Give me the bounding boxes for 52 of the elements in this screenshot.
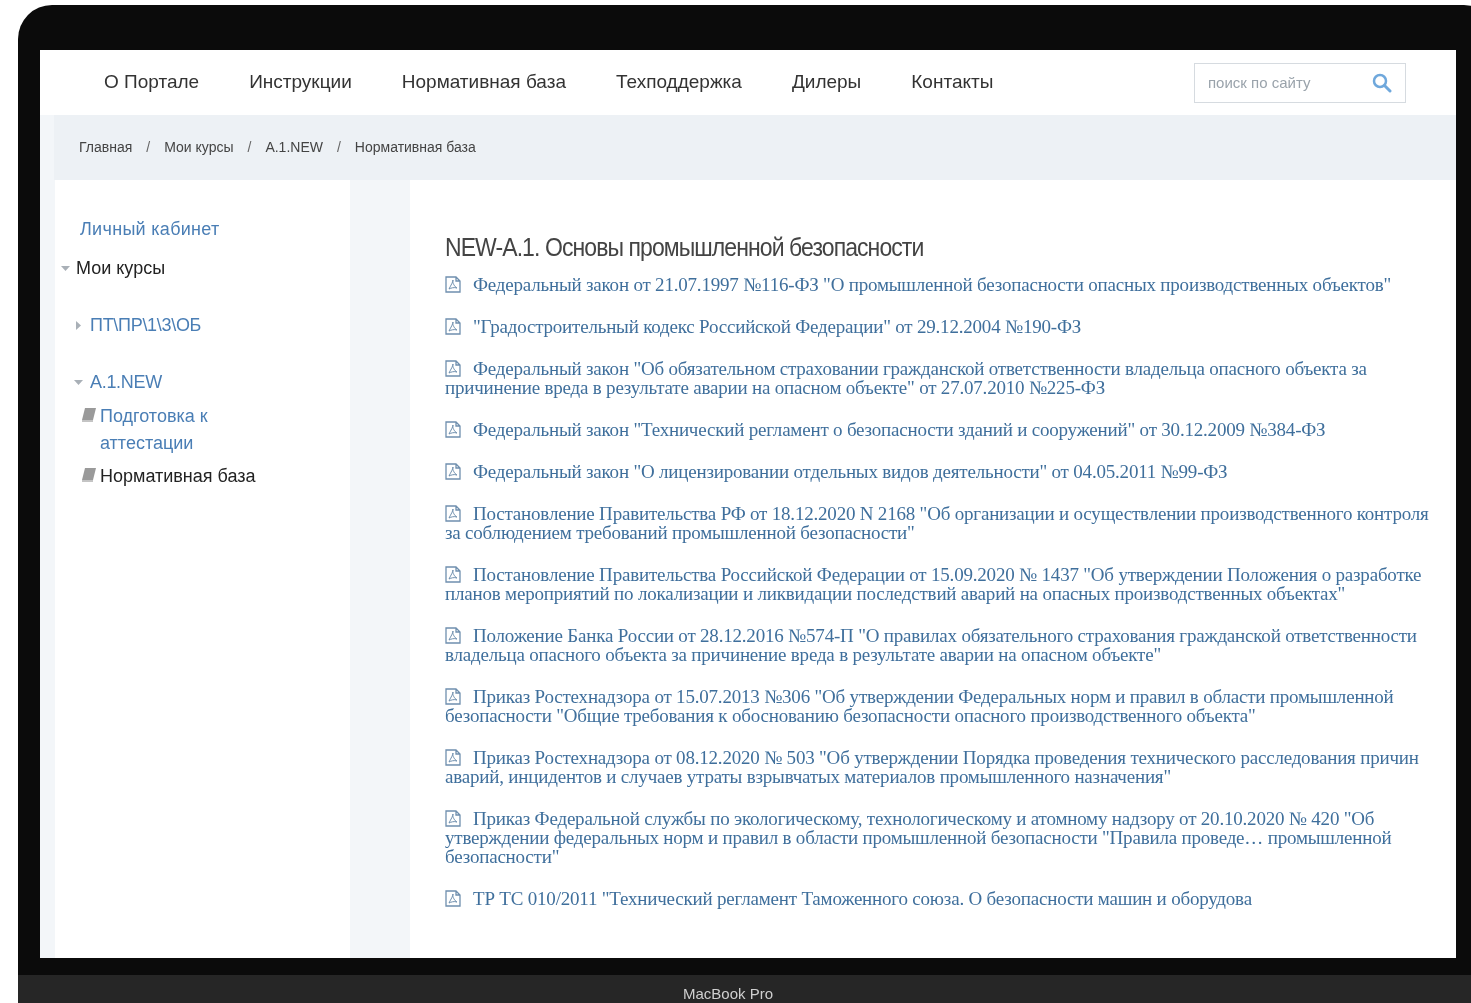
- breadcrumb-link[interactable]: Мои курсы: [164, 137, 234, 158]
- breadcrumb-link[interactable]: Главная: [79, 137, 133, 158]
- document-link[interactable]: ТР ТС 010/2011 "Технический регламент Таможенного союза. О безопасности машин и оборудова: [445, 889, 1442, 908]
- document-link[interactable]: Федеральный закон "О лицензировании отдельных видов деятельности" от 04.05.2011 №99-ФЗ: [445, 462, 1442, 481]
- page-title: NEW-A.1. Основы промышленной безопасности: [445, 232, 925, 262]
- document-link[interactable]: Федеральный закон от 21.07.1997 №116-ФЗ "О промышленной безопасности опасных производственных объектов": [445, 275, 1442, 294]
- document-link[interactable]: Приказ Ростехнадзора от 08.12.2020 № 503 "Об утверждении Порядка проведения технического расследования причин аварий, инцидентов и случаев утраты взрывчатых материалов промышленного назначения": [445, 748, 1442, 786]
- document-link[interactable]: Постановление Правительства Российской Федерации от 15.09.2020 № 1437 "Об утверждении Положения о разработке планов мероприятий по локализации и ликвидации последствий аварий на опасных производственных объектах": [445, 565, 1442, 603]
- caret-icon[interactable]: [74, 320, 83, 330]
- tree-item[interactable]: Нормативная база: [100, 463, 256, 490]
- breadcrumb-link[interactable]: A.1.NEW: [265, 137, 323, 158]
- device-label: MacBook Pro: [682, 984, 773, 1001]
- document-link[interactable]: Постановление Правительства РФ от 18.12.2020 N 2168 "Об организации и осуществлении производственного контроля за соблюдением требований промышленной безопасности": [445, 504, 1442, 542]
- pdf-file-icon: [445, 318, 461, 335]
- caret-icon[interactable]: [74, 377, 83, 387]
- search-field[interactable]: поиск по сайту: [1194, 62, 1406, 103]
- pdf-file-icon: [445, 566, 461, 583]
- breadcrumb-separator: /: [336, 138, 341, 157]
- pdf-file-icon: [445, 688, 461, 705]
- pdf-file-icon: [445, 360, 461, 377]
- book-icon: [81, 407, 97, 423]
- pdf-file-icon: [445, 276, 461, 293]
- nav-link[interactable]: О Портале: [104, 68, 200, 97]
- document-link[interactable]: Федеральный закон "Об обязательном страховании гражданской ответственности владельца опасного объекта за причинение вреда в результате аварии на опасном объекте" от 27.07.2010 №225-ФЗ: [445, 359, 1442, 397]
- pdf-file-icon: [445, 463, 461, 480]
- nav-link[interactable]: Нормативная база: [401, 68, 566, 97]
- pdf-file-icon: [445, 627, 461, 644]
- tree-item[interactable]: Мои курсы: [76, 254, 166, 282]
- caret-icon[interactable]: [61, 263, 70, 273]
- document-link[interactable]: Приказ Федеральной службы по экологическому, технологическому и атомному надзору от 20.10.2020 № 420 "Об утверждении федеральных норм и правил в области промышленной безопасности "Правила проведе… промышленной безопасности": [445, 809, 1442, 866]
- document-link[interactable]: Положение Банка России от 28.12.2016 №574-П "О правилах обязательного страхования гражданской ответственности владельца опасного объекта за причинение вреда в результате аварии на опасном объекте": [445, 626, 1442, 664]
- search-icon[interactable]: [1372, 72, 1392, 93]
- account-link[interactable]: Личный кабинет: [80, 216, 350, 243]
- tree-item[interactable]: Подготовка к аттестации: [100, 403, 271, 457]
- breadcrumb-current: Нормативная база: [354, 138, 476, 157]
- tree-item[interactable]: A.1.NEW: [90, 368, 162, 396]
- breadcrumb-separator: /: [146, 138, 151, 157]
- pdf-file-icon: [445, 749, 461, 766]
- nav-link[interactable]: Инструкции: [249, 68, 352, 97]
- breadcrumb-separator: /: [247, 138, 252, 157]
- nav-link[interactable]: Техподдержка: [615, 68, 742, 97]
- pdf-file-icon: [445, 505, 461, 522]
- document-link[interactable]: Приказ Ростехнадзора от 15.07.2013 №306 "Об утверждении Федеральных норм и правил в области промышленной безопасности "Общие требования к обоснованию безопасности опасного производственного объекта": [445, 687, 1442, 725]
- tree-item[interactable]: ПТ\ПР\1\3\ОБ: [90, 311, 202, 339]
- nav-link[interactable]: Контакты: [911, 68, 994, 97]
- document-link[interactable]: Федеральный закон "Технический регламент о безопасности зданий и сооружений" от 30.12.2009 №384-ФЗ: [445, 420, 1442, 439]
- pdf-file-icon: [445, 421, 461, 438]
- pdf-file-icon: [445, 890, 461, 907]
- document-link[interactable]: "Градостроительный кодекс Российской Федерации" от 29.12.2004 №190-ФЗ: [445, 317, 1442, 336]
- pdf-file-icon: [445, 810, 461, 827]
- nav-link[interactable]: Дилеры: [791, 68, 862, 97]
- book-icon: [81, 467, 97, 483]
